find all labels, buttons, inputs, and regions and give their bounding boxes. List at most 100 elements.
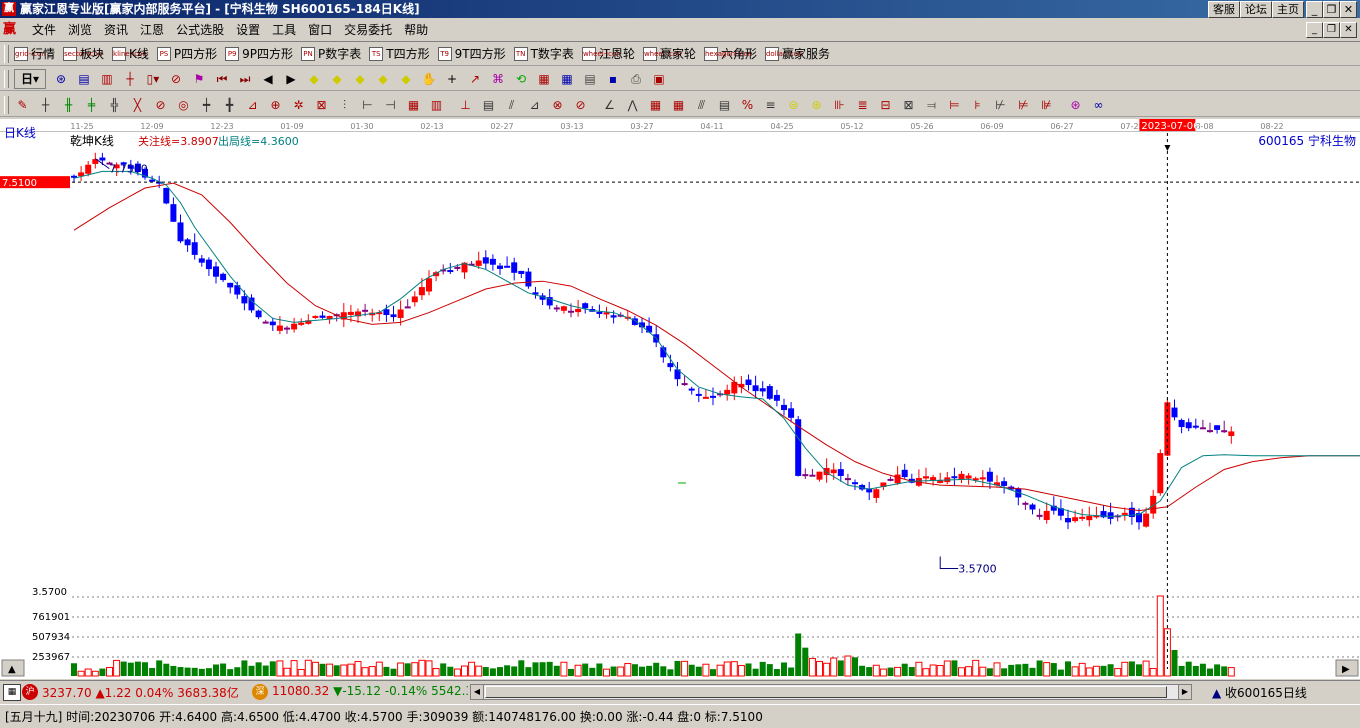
draw-tool-icon[interactable]: ⊕ [267, 96, 284, 114]
draw-tool-icon[interactable]: ✲ [290, 96, 307, 114]
chart-type-icon[interactable]: ▥ [98, 70, 116, 88]
menu-logo-icon[interactable]: 赢 [3, 22, 19, 38]
scrollbar-thumb[interactable] [485, 686, 1167, 698]
toolbar-button[interactable]: PS P四方形 [156, 45, 217, 62]
scroll-right-icon[interactable]: ▶ [1178, 685, 1191, 699]
toolbar-button[interactable]: wheel-icon 赢家轮 [642, 45, 696, 62]
horizontal-scrollbar[interactable]: ◀ ▶ [470, 684, 1192, 700]
draw-tool-icon[interactable]: ╳ [129, 96, 146, 114]
draw-tool-icon[interactable]: ▦ [670, 96, 687, 114]
crosshair-icon[interactable]: + [443, 70, 461, 88]
mdi-minimize-icon[interactable]: _ [1306, 22, 1323, 38]
last-page-icon[interactable]: ⏭ [236, 70, 254, 88]
draw-tool-icon[interactable]: ⊟ [877, 96, 894, 114]
draw-tool-icon[interactable]: % [739, 96, 756, 114]
mdi-close-icon[interactable]: ✕ [1340, 22, 1357, 38]
refresh-icon[interactable]: ⟲ [512, 70, 530, 88]
draw-tool-icon[interactable]: ⫻ [693, 96, 710, 114]
save-icon[interactable]: ▪ [604, 70, 622, 88]
calculator-icon[interactable]: ▦ [558, 70, 576, 88]
toolbar-button[interactable]: TS T四方形 [369, 45, 430, 62]
menu-item[interactable]: 窗口 [302, 19, 338, 41]
flag-icon[interactable]: ⚑ [190, 70, 208, 88]
draw-tool-icon[interactable]: ∞ [1090, 96, 1107, 114]
kline-chart[interactable]: 11-25 12-09 12-23 01-09 01-30 02-13 02-27 03-13… [0, 119, 1360, 679]
draw-tool-icon[interactable]: ⊭ [1015, 96, 1032, 114]
menu-item[interactable]: 浏览 [62, 19, 98, 41]
toolbar-button[interactable]: TN T数字表 [513, 45, 574, 62]
draw-tool-icon[interactable]: ⫽ [503, 96, 520, 114]
grid-icon[interactable]: ▦ [3, 684, 21, 701]
cycle-icon[interactable]: ⊛ [52, 70, 70, 88]
menu-item[interactable]: 交易委托 [338, 19, 398, 41]
draw-tool-icon[interactable]: ◎ [175, 96, 192, 114]
kline-style-icon[interactable]: ┼ [121, 70, 139, 88]
restore-icon[interactable]: ❐ [1323, 1, 1340, 18]
menu-item[interactable]: 工具 [266, 19, 302, 41]
draw-tool-icon[interactable]: ╪ [83, 96, 100, 114]
diamond-4-icon[interactable]: ◆ [374, 70, 392, 88]
draw-tool-icon[interactable]: ≣ [854, 96, 871, 114]
draw-tool-icon[interactable]: ╋ [221, 96, 238, 114]
draw-tool-icon[interactable]: ⋀ [624, 96, 641, 114]
trend-icon[interactable]: ↗ [466, 70, 484, 88]
formula-icon[interactable]: ⊘ [167, 70, 185, 88]
mdi-restore-icon[interactable]: ❐ [1323, 22, 1340, 38]
close-icon[interactable]: ✕ [1340, 1, 1357, 18]
service-button[interactable]: 客服 [1208, 1, 1240, 18]
draw-tool-icon[interactable]: ┼ [37, 96, 54, 114]
kline-chart-area[interactable]: 11-25 12-09 12-23 01-09 01-30 02-13 02-27 03-13… [0, 119, 1360, 679]
menu-item[interactable]: 设置 [230, 19, 266, 41]
draw-tool-icon[interactable]: ⫶ [336, 96, 353, 114]
draw-tool-icon[interactable]: ⊘ [152, 96, 169, 114]
toolbar-button[interactable]: PN P数字表 [301, 45, 361, 62]
menu-item[interactable]: 公式选股 [170, 19, 230, 41]
diamond-3-icon[interactable]: ◆ [351, 70, 369, 88]
candle-icon[interactable]: ▯▾ [144, 70, 162, 88]
toolbar-button[interactable]: hexagon-icon 六角形 [703, 45, 757, 62]
scroll-left-icon[interactable]: ◀ [471, 685, 484, 699]
draw-tool-icon[interactable]: ▦ [647, 96, 664, 114]
draw-tool-icon[interactable]: ⊗ [549, 96, 566, 114]
draw-tool-icon[interactable]: ⊧ [969, 96, 986, 114]
draw-tool-icon[interactable]: ⊿ [526, 96, 543, 114]
forum-button[interactable]: 论坛 [1240, 1, 1272, 18]
draw-tool-icon[interactable]: ⫤ [923, 96, 940, 114]
period-select[interactable]: 日 ▾ [14, 68, 46, 89]
draw-tool-icon[interactable]: ⊨ [946, 96, 963, 114]
draw-tool-icon[interactable]: ≡ [762, 96, 779, 114]
gift-icon[interactable]: ⌘ [489, 70, 507, 88]
toolbar-button[interactable]: sector-icon 板块 [63, 45, 104, 62]
toolbar-button[interactable]: T9 9T四方形 [437, 45, 506, 62]
draw-tool-icon[interactable]: ⊬ [992, 96, 1009, 114]
draw-tool-icon[interactable]: ∠ [601, 96, 618, 114]
list-icon[interactable]: ▤ [581, 70, 599, 88]
menu-item[interactable]: 江恩 [134, 19, 170, 41]
draw-tool-icon[interactable]: ⊜ [785, 96, 802, 114]
menu-item[interactable]: 文件 [26, 19, 62, 41]
menu-item[interactable]: 资讯 [98, 19, 134, 41]
draw-tool-icon[interactable]: ⊥ [457, 96, 474, 114]
menu-item[interactable]: 帮助 [398, 19, 434, 41]
home-button[interactable]: 主页 [1272, 1, 1304, 18]
toolbar-button[interactable]: wheel-icon 江恩轮 [581, 45, 635, 62]
minimize-icon[interactable]: _ [1306, 1, 1323, 18]
draw-tool-icon[interactable]: ⊛ [808, 96, 825, 114]
hand-icon[interactable]: ✋ [420, 70, 438, 88]
toolbar-button[interactable]: dollar-icon 赢家服务 [764, 45, 830, 62]
scroll-left-icon[interactable]: ◀ [259, 70, 277, 88]
draw-tool-icon[interactable]: ┿ [198, 96, 215, 114]
draw-tool-icon[interactable]: ▤ [480, 96, 497, 114]
document-icon[interactable]: ▤ [75, 70, 93, 88]
export-icon[interactable]: ▣ [650, 70, 668, 88]
draw-tool-icon[interactable]: ⊠ [313, 96, 330, 114]
toolbar-button[interactable]: grid-icon 行情 [14, 45, 55, 62]
draw-tool-icon[interactable]: ⊘ [572, 96, 589, 114]
shanghai-index[interactable]: 3237.70 ▲1.22 0.04% 3683.38亿 [42, 684, 239, 701]
draw-tool-icon[interactable]: ▤ [716, 96, 733, 114]
draw-tool-icon[interactable]: ⊿ [244, 96, 261, 114]
draw-tool-icon[interactable]: ▥ [428, 96, 445, 114]
first-page-icon[interactable]: ⏮ [213, 70, 231, 88]
draw-tool-icon[interactable]: ⊪ [831, 96, 848, 114]
draw-tool-icon[interactable]: ╫ [60, 96, 77, 114]
